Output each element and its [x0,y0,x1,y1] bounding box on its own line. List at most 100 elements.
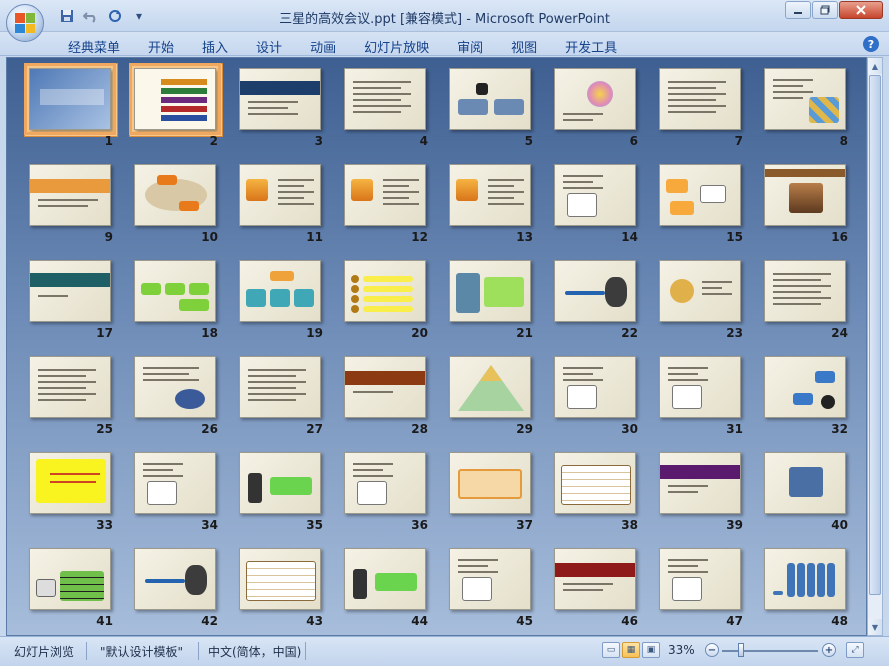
slide-preview[interactable] [239,452,321,514]
slide-thumbnail[interactable]: 13 [447,162,552,258]
language-label[interactable]: 中文(简体，中国) [208,643,301,660]
slide-thumbnail[interactable]: 28 [342,354,447,450]
slide-preview[interactable] [239,68,321,130]
slide-thumbnail[interactable]: 15 [657,162,762,258]
zoom-out-icon[interactable]: − [705,643,719,657]
slide-preview[interactable] [29,548,111,610]
slide-preview[interactable] [449,548,531,610]
slide-preview[interactable] [134,548,216,610]
zoom-slider[interactable] [722,650,818,652]
zoom-level[interactable]: 33% [668,643,695,657]
slide-preview[interactable] [344,356,426,418]
slide-preview[interactable] [239,356,321,418]
tab-1[interactable]: 开始 [134,35,188,58]
slide-preview[interactable] [134,164,216,226]
slide-preview[interactable] [24,63,116,135]
help-icon[interactable]: ? [863,36,879,52]
slide-preview[interactable] [449,356,531,418]
slide-preview[interactable] [764,356,846,418]
slide-thumbnail[interactable]: 27 [237,354,342,450]
slide-thumbnail[interactable]: 14 [552,162,657,258]
slide-thumbnail[interactable]: 43 [237,546,342,635]
slide-preview[interactable] [659,452,741,514]
slide-thumbnail[interactable]: 3 [237,66,342,162]
theme-label[interactable]: "默认设计模板" [100,643,183,660]
slide-thumbnail[interactable]: 44 [342,546,447,635]
slide-preview[interactable] [764,68,846,130]
slide-preview[interactable] [554,356,636,418]
slide-thumbnail[interactable]: 17 [27,258,132,354]
tab-0[interactable]: 经典菜单 [54,35,134,58]
slide-thumbnail[interactable]: 37 [447,450,552,546]
tab-7[interactable]: 视图 [497,35,551,58]
slide-thumbnail[interactable]: 19 [237,258,342,354]
slide-thumbnail[interactable]: 26 [132,354,237,450]
slide-preview[interactable] [449,260,531,322]
slide-preview[interactable] [449,452,531,514]
tab-4[interactable]: 动画 [296,35,350,58]
slide-thumbnail[interactable]: 38 [552,450,657,546]
slide-preview[interactable] [344,452,426,514]
tab-2[interactable]: 插入 [188,35,242,58]
vertical-scrollbar[interactable]: ▲ ▼ [867,57,883,636]
slide-thumbnail[interactable]: 41 [27,546,132,635]
slide-preview[interactable] [554,260,636,322]
slide-preview[interactable] [449,164,531,226]
slide-preview[interactable] [344,548,426,610]
slide-preview[interactable] [134,260,216,322]
slide-thumbnail[interactable]: 21 [447,258,552,354]
minimize-icon[interactable] [785,1,811,19]
slide-preview[interactable] [134,356,216,418]
slide-preview[interactable] [129,63,221,135]
slide-preview[interactable] [659,164,741,226]
slide-thumbnail[interactable]: 2 [129,63,237,162]
slide-thumbnail[interactable]: 36 [342,450,447,546]
slide-thumbnail[interactable]: 24 [762,258,866,354]
slide-thumbnail[interactable]: 25 [27,354,132,450]
slide-preview[interactable] [764,548,846,610]
slideshow-view-icon[interactable]: ▣ [642,642,660,658]
slide-preview[interactable] [29,164,111,226]
slide-thumbnail[interactable]: 16 [762,162,866,258]
scroll-thumb[interactable] [869,75,881,595]
slide-sorter-view-icon[interactable]: ▦ [622,642,640,658]
scroll-up-icon[interactable]: ▲ [868,58,882,74]
slide-thumbnail[interactable]: 1 [24,63,132,162]
slide-preview[interactable] [659,68,741,130]
slide-thumbnail[interactable]: 47 [657,546,762,635]
slide-preview[interactable] [239,548,321,610]
slide-preview[interactable] [659,260,741,322]
slide-thumbnail[interactable]: 34 [132,450,237,546]
slide-preview[interactable] [29,452,111,514]
slide-thumbnail[interactable]: 40 [762,450,866,546]
slide-preview[interactable] [764,260,846,322]
slide-thumbnail[interactable]: 11 [237,162,342,258]
slide-preview[interactable] [134,452,216,514]
office-button[interactable] [6,4,44,42]
slide-thumbnail[interactable]: 4 [342,66,447,162]
slide-thumbnail[interactable]: 31 [657,354,762,450]
zoom-slider-thumb[interactable] [738,643,744,657]
slide-preview[interactable] [764,452,846,514]
slide-thumbnail[interactable]: 30 [552,354,657,450]
slide-preview[interactable] [29,356,111,418]
slide-preview[interactable] [554,164,636,226]
slide-preview[interactable] [764,164,846,226]
slide-thumbnail[interactable]: 7 [657,66,762,162]
slide-preview[interactable] [344,260,426,322]
tab-8[interactable]: 开发工具 [551,35,631,58]
slide-thumbnail[interactable]: 45 [447,546,552,635]
slide-preview[interactable] [449,68,531,130]
slide-thumbnail[interactable]: 33 [27,450,132,546]
slide-thumbnail[interactable]: 8 [762,66,866,162]
tab-3[interactable]: 设计 [242,35,296,58]
slide-thumbnail[interactable]: 9 [27,162,132,258]
slide-sorter[interactable]: 1 2 3 4 5 6 7 8 9 10 11 12 13 14 15 16 17 18 19 20 21 22 23 24 2… [6,57,867,636]
slide-preview[interactable] [239,164,321,226]
slide-thumbnail[interactable]: 32 [762,354,866,450]
slide-preview[interactable] [239,260,321,322]
slide-thumbnail[interactable]: 23 [657,258,762,354]
fit-to-window-icon[interactable]: ⤢ [846,642,864,658]
slide-preview[interactable] [554,452,636,514]
slide-preview[interactable] [29,260,111,322]
